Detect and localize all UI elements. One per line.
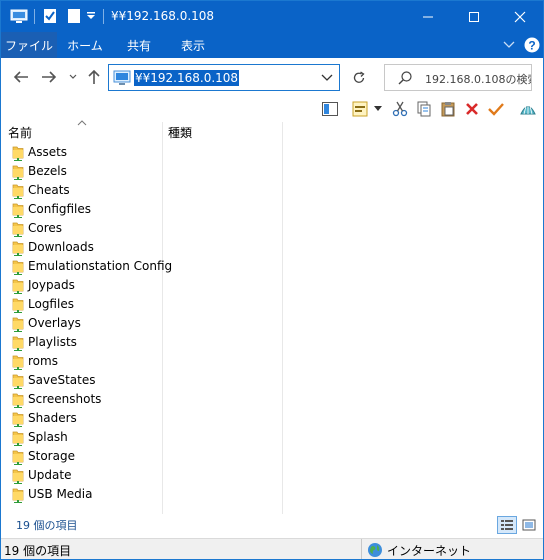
- file-name: Shaders: [28, 411, 77, 425]
- paste-icon[interactable]: [439, 100, 457, 118]
- file-name: Screenshots: [28, 392, 102, 406]
- recent-locations-icon[interactable]: [67, 68, 79, 86]
- file-list-item[interactable]: roms: [1, 352, 161, 371]
- maximize-button[interactable]: [451, 1, 497, 32]
- file-name: Cores: [28, 221, 63, 235]
- title-separator: [34, 9, 35, 24]
- search-input[interactable]: 192.168.0.108の検索: [425, 71, 531, 87]
- file-list-item[interactable]: Assets: [1, 143, 161, 162]
- file-list-item[interactable]: Shaders: [1, 409, 161, 428]
- forward-button[interactable]: [39, 68, 59, 86]
- view-dropdown-icon[interactable]: [371, 100, 385, 118]
- file-name: Playlists: [28, 335, 77, 349]
- shell-icon[interactable]: [519, 100, 537, 118]
- tab-file[interactable]: ファイル: [1, 32, 57, 58]
- file-name: Joypads: [28, 278, 75, 292]
- file-list-item[interactable]: Update: [1, 466, 161, 485]
- minimize-button[interactable]: [405, 1, 451, 32]
- window-title: ¥¥192.168.0.108: [111, 9, 215, 23]
- file-list-item[interactable]: Cores: [1, 219, 161, 238]
- close-button[interactable]: [497, 1, 543, 32]
- svg-text:?: ?: [528, 39, 535, 53]
- file-name: Splash: [28, 430, 68, 444]
- column-divider[interactable]: [282, 122, 283, 514]
- file-list-item[interactable]: Storage: [1, 447, 161, 466]
- file-name: SaveStates: [28, 373, 96, 387]
- file-name: Assets: [28, 145, 68, 159]
- file-name: Bezels: [28, 164, 67, 178]
- ribbon-tabs: ファイル ホーム 共有 表示 ?: [1, 32, 543, 58]
- file-list-item[interactable]: Joypads: [1, 276, 161, 295]
- file-list-item[interactable]: Logfiles: [1, 295, 161, 314]
- file-name: roms: [28, 354, 58, 368]
- properties-icon[interactable]: [351, 100, 369, 118]
- column-header-type[interactable]: 種類: [168, 124, 192, 141]
- sort-ascending-icon: [77, 119, 87, 129]
- column-name-label: 名前: [8, 126, 33, 140]
- back-button[interactable]: [11, 68, 31, 86]
- file-name: Update: [28, 468, 72, 482]
- file-list-item[interactable]: Overlays: [1, 314, 161, 333]
- file-list-item[interactable]: Splash: [1, 428, 161, 447]
- file-name: Downloads: [28, 240, 94, 254]
- file-name: Logfiles: [28, 297, 74, 311]
- file-list-item[interactable]: Bezels: [1, 162, 161, 181]
- search-icon: [397, 70, 413, 89]
- address-path[interactable]: ¥¥192.168.0.108: [134, 70, 240, 86]
- security-zone-label: インターネット: [387, 543, 472, 558]
- file-list-item[interactable]: Cheats: [1, 181, 161, 200]
- file-list-item[interactable]: Configfiles: [1, 200, 161, 219]
- column-type-label: 種類: [168, 126, 193, 140]
- explorer-window: ¥¥192.168.0.108 ファイル ホーム 共有 表示 ? ¥¥192.1…: [0, 0, 544, 560]
- title-separator: [103, 9, 104, 24]
- column-divider[interactable]: [162, 122, 163, 514]
- address-dropdown-icon[interactable]: [321, 70, 333, 87]
- network-computer-icon: [113, 70, 131, 89]
- cut-icon[interactable]: [391, 100, 409, 118]
- file-list-item[interactable]: Screenshots: [1, 390, 161, 409]
- help-icon[interactable]: ?: [523, 35, 541, 55]
- address-row: ¥¥192.168.0.108 192.168.0.108の検索: [1, 58, 543, 96]
- file-name: Overlays: [28, 316, 81, 330]
- check-icon[interactable]: [487, 100, 505, 118]
- properties-icon[interactable]: [41, 7, 59, 25]
- security-zone: インターネット: [367, 541, 471, 559]
- up-button[interactable]: [85, 68, 103, 86]
- file-list-item[interactable]: USB Media: [1, 485, 161, 504]
- file-name: Storage: [28, 449, 75, 463]
- quick-access-dropdown-icon[interactable]: [85, 7, 97, 25]
- tab-share[interactable]: 共有: [115, 32, 163, 58]
- delete-icon[interactable]: [463, 100, 481, 118]
- status-item-count: 19 個の項目: [4, 544, 72, 558]
- title-bar: ¥¥192.168.0.108: [1, 1, 543, 32]
- status-divider: [361, 539, 362, 559]
- search-box[interactable]: 192.168.0.108の検索: [384, 64, 532, 91]
- preview-pane-icon[interactable]: [321, 100, 339, 118]
- item-count: 19 個の項目: [16, 519, 78, 532]
- file-list-item[interactable]: Playlists: [1, 333, 161, 352]
- tab-view[interactable]: 表示: [169, 32, 217, 58]
- file-name: Cheats: [28, 183, 70, 197]
- details-view-button[interactable]: [497, 516, 517, 534]
- file-name: Configfiles: [28, 202, 92, 216]
- tab-home[interactable]: ホーム: [61, 32, 109, 58]
- copy-icon[interactable]: [415, 100, 433, 118]
- large-icons-view-button[interactable]: [519, 516, 539, 534]
- globe-icon: [368, 543, 382, 557]
- address-bar[interactable]: ¥¥192.168.0.108: [108, 64, 340, 91]
- computer-icon[interactable]: [9, 7, 29, 25]
- status-bar: 19 個の項目 インターネット: [1, 538, 543, 559]
- file-name: USB Media: [28, 487, 93, 501]
- file-list-item[interactable]: Emulationstation Config: [1, 257, 172, 276]
- file-list-item[interactable]: Downloads: [1, 238, 161, 257]
- new-folder-icon[interactable]: [65, 7, 83, 25]
- column-header-name[interactable]: 名前: [8, 124, 32, 141]
- file-list-pane: 名前 種類 Assets Bezels Cheats Configfiles Cores…: [1, 119, 543, 514]
- expand-ribbon-icon[interactable]: [501, 35, 517, 55]
- file-list-item[interactable]: SaveStates: [1, 371, 161, 390]
- network-folder-icon: [12, 487, 24, 506]
- refresh-button[interactable]: [347, 64, 371, 91]
- file-name: Emulationstation Config: [28, 259, 173, 273]
- item-count-bar: 19 個の項目: [1, 514, 543, 537]
